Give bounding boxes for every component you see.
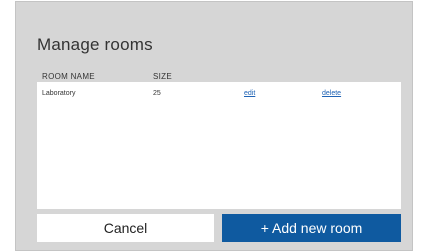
room-row: Laboratory 25 edit delete: [37, 90, 401, 104]
manage-rooms-dialog: Manage rooms ROOM NAME SIZE Laboratory 2…: [15, 1, 413, 251]
column-header-room-name: ROOM NAME: [42, 72, 95, 81]
room-size: 25: [153, 90, 161, 97]
delete-room-link[interactable]: delete: [322, 90, 341, 97]
edit-room-link[interactable]: edit: [244, 90, 255, 97]
column-header-size: SIZE: [153, 72, 172, 81]
add-new-room-button[interactable]: + Add new room: [222, 214, 401, 242]
dialog-title: Manage rooms: [37, 35, 153, 54]
rooms-list: Laboratory 25 edit delete: [37, 82, 401, 209]
cancel-button[interactable]: Cancel: [37, 214, 214, 242]
room-name: Laboratory: [42, 90, 76, 97]
